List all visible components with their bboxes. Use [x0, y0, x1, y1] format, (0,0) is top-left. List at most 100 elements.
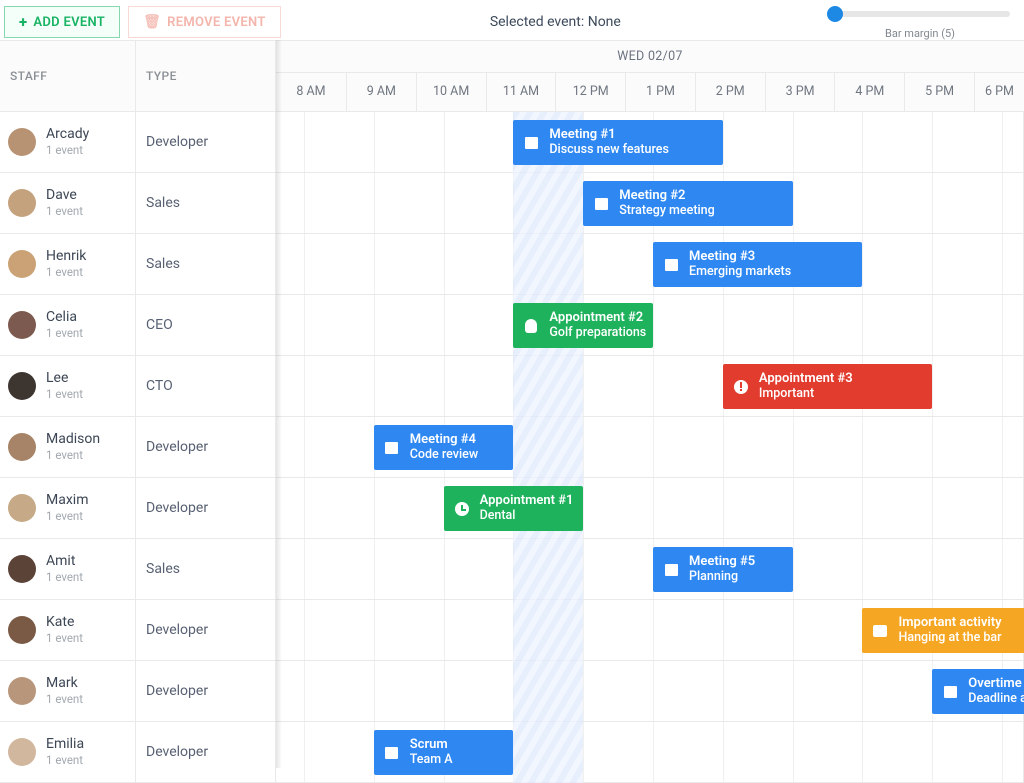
- event-subtitle: Dental: [480, 509, 574, 523]
- staff-type: Developer: [136, 417, 276, 477]
- event-title: Meeting #5: [689, 555, 755, 570]
- staff-cell: Henrik1 event: [0, 234, 136, 294]
- slider-thumb[interactable]: [827, 6, 843, 22]
- event-subtitle: Code review: [410, 448, 478, 462]
- event-subtitle: Strategy meeting: [619, 204, 715, 218]
- staff-row: Celia1 eventCEOAppointment #2Golf prepar…: [0, 295, 1024, 356]
- staff-row: Emilia1 eventDeveloperScrumTeam A: [0, 722, 1024, 783]
- meeting-event[interactable]: Meeting #5Planning: [653, 547, 793, 592]
- header-type: TYPE: [136, 41, 276, 111]
- staff-row: Maxim1 eventDeveloper Appointment #1Denta…: [0, 478, 1024, 539]
- current-time-indicator: [513, 112, 583, 783]
- calendar-icon: [663, 562, 679, 578]
- trash-icon: 🗑: [143, 14, 161, 30]
- avatar: [8, 128, 36, 156]
- calendar-icon: [384, 440, 400, 456]
- timeline-cell[interactable]: Meeting #1Discuss new features: [276, 112, 1024, 172]
- staff-type: Developer: [136, 478, 276, 538]
- staff-event-count: 1 event: [46, 692, 83, 706]
- remove-event-button: 🗑 REMOVE EVENT: [128, 6, 281, 38]
- hours-row: 8 AM9 AM10 AM11 AM12 PM1 PM2 PM3 PM4 PM5…: [276, 73, 1024, 111]
- event-title: Appointment #2: [549, 311, 646, 326]
- timeline-cell[interactable]: Important activityHanging at the bar: [276, 600, 1024, 660]
- meeting-event[interactable]: ScrumTeam A: [374, 730, 514, 775]
- timeline-cell[interactable]: Meeting #3Emerging markets: [276, 234, 1024, 294]
- remove-event-label: REMOVE EVENT: [167, 15, 266, 30]
- bar-margin-slider[interactable]: [830, 5, 1010, 23]
- timeline-cell[interactable]: Meeting #5Planning: [276, 539, 1024, 599]
- staff-row: Dave1 eventSalesMeeting #2Strategy meeti…: [0, 173, 1024, 234]
- add-event-label: ADD EVENT: [33, 15, 105, 30]
- activity-event[interactable]: Important activityHanging at the bar: [862, 608, 1024, 653]
- staff-event-count: 1 event: [46, 204, 83, 218]
- event-title: Appointment #3: [759, 372, 853, 387]
- scheduler: STAFF TYPE WED 02/07 8 AM9 AM10 AM11 AM1…: [0, 40, 1024, 783]
- hour-1pm: 1 PM: [625, 73, 695, 111]
- hour-9am: 9 AM: [346, 73, 416, 111]
- timeline-cell[interactable]: OvertimeDeadline approaching: [276, 661, 1024, 721]
- staff-type: Developer: [136, 722, 276, 782]
- staff-type: Sales: [136, 234, 276, 294]
- staff-event-count: 1 event: [46, 753, 84, 767]
- header-staff: STAFF: [0, 41, 136, 111]
- staff-event-count: 1 event: [46, 387, 83, 401]
- staff-cell: Kate1 event: [0, 600, 136, 660]
- appointment-event[interactable]: Appointment #1Dental: [444, 486, 584, 531]
- staff-event-count: 1 event: [46, 143, 89, 157]
- bar-margin-control[interactable]: Bar margin (5): [830, 5, 1010, 40]
- staff-type: Developer: [136, 600, 276, 660]
- staff-event-count: 1 event: [46, 570, 83, 584]
- avatar: [8, 250, 36, 278]
- staff-cell: Lee1 event: [0, 356, 136, 416]
- event-title: Appointment #1: [480, 494, 574, 509]
- event-title: Meeting #1: [549, 128, 669, 143]
- timeline-cell[interactable]: Appointment #1Dental: [276, 478, 1024, 538]
- staff-type: Developer: [136, 112, 276, 172]
- event-title: Scrum: [410, 738, 453, 753]
- staff-event-count: 1 event: [46, 265, 86, 279]
- event-subtitle: Discuss new features: [549, 143, 669, 157]
- avatar: [8, 738, 36, 766]
- calendar-icon: [384, 745, 400, 761]
- hour-8am: 8 AM: [276, 73, 346, 111]
- meeting-event[interactable]: OvertimeDeadline approaching: [932, 669, 1024, 714]
- staff-cell: Madison1 event: [0, 417, 136, 477]
- meeting-event[interactable]: Meeting #4Code review: [374, 425, 514, 470]
- avatar: [8, 372, 36, 400]
- event-subtitle: Team A: [410, 753, 453, 767]
- avatar: [8, 433, 36, 461]
- time-header: WED 02/07 8 AM9 AM10 AM11 AM12 PM1 PM2 P…: [276, 41, 1024, 111]
- hour-5pm: 5 PM: [904, 73, 974, 111]
- staff-name: Mark: [46, 676, 83, 691]
- staff-name: Henrik: [46, 249, 86, 264]
- timeline-cell[interactable]: ScrumTeam A: [276, 722, 1024, 782]
- staff-cell: Maxim1 event: [0, 478, 136, 538]
- appointment-event[interactable]: Appointment #3Important: [723, 364, 932, 409]
- hour-4pm: 4 PM: [834, 73, 904, 111]
- appointment-event[interactable]: Appointment #2Golf preparations: [513, 303, 653, 348]
- timeline-cell[interactable]: Appointment #2Golf preparations: [276, 295, 1024, 355]
- staff-cell: Celia1 event: [0, 295, 136, 355]
- staff-name: Lee: [46, 371, 83, 386]
- staff-event-count: 1 event: [46, 509, 88, 523]
- event-subtitle: Planning: [689, 570, 755, 584]
- event-title: Meeting #3: [689, 250, 791, 265]
- calendar-icon: [663, 257, 679, 273]
- add-event-button[interactable]: + ADD EVENT: [4, 6, 120, 38]
- timeline-cell[interactable]: Appointment #3Important: [276, 356, 1024, 416]
- avatar: [8, 311, 36, 339]
- event-subtitle: Golf preparations: [549, 326, 646, 340]
- timeline-cell[interactable]: Meeting #2Strategy meeting: [276, 173, 1024, 233]
- meeting-event[interactable]: Meeting #1Discuss new features: [513, 120, 722, 165]
- meeting-event[interactable]: Meeting #2Strategy meeting: [583, 181, 792, 226]
- event-title: Important activity: [898, 616, 1001, 631]
- staff-row: Arcady1 eventDeveloperMeeting #1Discuss …: [0, 112, 1024, 173]
- plus-icon: +: [19, 13, 27, 31]
- staff-event-count: 1 event: [46, 631, 83, 645]
- event-title: Meeting #4: [410, 433, 478, 448]
- tag-icon: [872, 623, 888, 639]
- timeline-cell[interactable]: Meeting #4Code review: [276, 417, 1024, 477]
- event-subtitle: Deadline approaching: [968, 692, 1024, 706]
- avatar: [8, 616, 36, 644]
- meeting-event[interactable]: Meeting #3Emerging markets: [653, 242, 862, 287]
